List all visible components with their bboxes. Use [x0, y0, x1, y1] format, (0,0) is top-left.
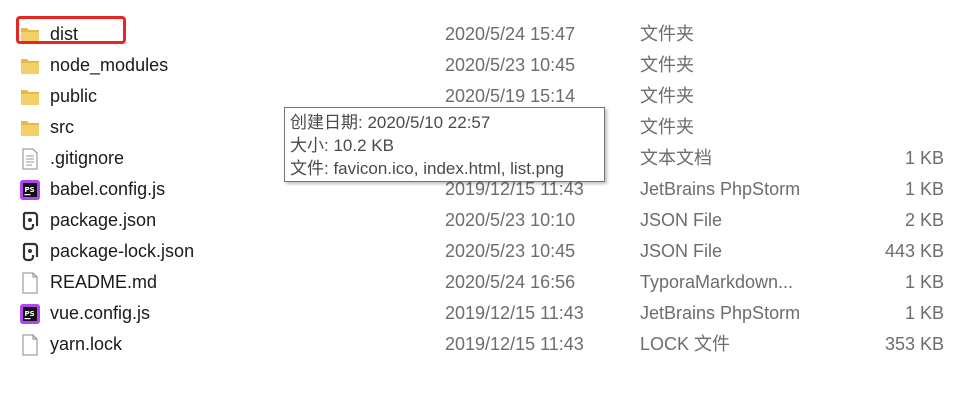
file-name: .gitignore: [50, 148, 125, 168]
file-name: public: [50, 86, 98, 106]
file-name: README.md: [50, 272, 158, 292]
json-file-icon: [19, 210, 41, 232]
folder-icon: [19, 24, 41, 46]
file-date: 2019/12/15 11:43: [445, 334, 584, 354]
folder-icon: [19, 55, 41, 77]
file-type: LOCK 文件: [640, 334, 731, 354]
file-size: 1 KB: [904, 148, 944, 168]
blank-file-icon: [19, 334, 41, 356]
file-name: src: [50, 117, 74, 137]
file-name: node_modules: [50, 55, 169, 75]
file-row-node-modules[interactable]: node_modules 2020/5/23 10:45 文件夹: [0, 50, 978, 81]
folder-icon: [19, 117, 41, 139]
file-type: 文件夹: [640, 24, 694, 44]
tooltip-files: 文件: favicon.ico, index.html, list.png: [290, 159, 565, 178]
file-date: 2020/5/24 15:47: [445, 24, 576, 44]
file-size: 1 KB: [904, 272, 944, 292]
json-file-icon: [19, 241, 41, 263]
file-type: 文件夹: [640, 86, 694, 106]
file-name: package.json: [50, 210, 157, 230]
file-row-package-json[interactable]: package.json 2020/5/23 10:10 JSON File 2…: [0, 205, 978, 236]
file-date: 2020/5/23 10:45: [445, 55, 576, 75]
file-type: JetBrains PhpStorm: [640, 179, 801, 199]
file-size: 1 KB: [904, 303, 944, 323]
file-size: 2 KB: [904, 210, 944, 230]
tooltip-size: 大小: 10.2 KB: [290, 136, 394, 155]
tooltip-created-date: 创建日期: 2020/5/10 22:57: [290, 113, 491, 132]
file-name: package-lock.json: [50, 241, 195, 261]
file-size: 353 KB: [884, 334, 944, 354]
file-name: dist: [50, 24, 79, 44]
phpstorm-icon: PS: [19, 303, 41, 325]
svg-text:PS: PS: [25, 186, 35, 194]
file-type: JSON File: [640, 210, 723, 230]
file-date: 2019/12/15 11:43: [445, 303, 584, 323]
phpstorm-icon: PS: [19, 179, 41, 201]
file-type: 文本文档: [640, 148, 712, 168]
text-file-icon: [19, 148, 41, 170]
file-date: 2020/5/23 10:10: [445, 210, 576, 230]
svg-text:PS: PS: [25, 310, 35, 318]
file-row-yarn-lock[interactable]: yarn.lock 2019/12/15 11:43 LOCK 文件 353 K…: [0, 329, 978, 360]
file-type: JSON File: [640, 241, 723, 261]
file-type: JetBrains PhpStorm: [640, 303, 801, 323]
file-row-dist[interactable]: dist 2020/5/24 15:47 文件夹: [0, 19, 978, 50]
file-row-vue-config[interactable]: PS vue.config.js 2019/12/15 11:43 JetBra…: [0, 298, 978, 329]
file-name: babel.config.js: [50, 179, 166, 199]
file-list: dist 2020/5/24 15:47 文件夹 node_modules 20…: [0, 0, 978, 414]
file-date: 2020/5/23 10:45: [445, 241, 576, 261]
folder-tooltip: 创建日期: 2020/5/10 22:57 大小: 10.2 KB 文件: fa…: [284, 107, 605, 182]
folder-icon: [19, 86, 41, 108]
file-name: vue.config.js: [50, 303, 151, 323]
file-row-package-lock-json[interactable]: package-lock.json 2020/5/23 10:45 JSON F…: [0, 236, 978, 267]
file-name: yarn.lock: [50, 334, 123, 354]
file-type: 文件夹: [640, 55, 694, 75]
blank-file-icon: [19, 272, 41, 294]
file-row-readme[interactable]: README.md 2020/5/24 16:56 TyporaMarkdown…: [0, 267, 978, 298]
file-size: 443 KB: [884, 241, 944, 261]
file-size: 1 KB: [904, 179, 944, 199]
file-type: 文件夹: [640, 117, 694, 137]
file-type: TyporaMarkdown...: [640, 272, 794, 292]
file-date: 2020/5/24 16:56: [445, 272, 576, 292]
